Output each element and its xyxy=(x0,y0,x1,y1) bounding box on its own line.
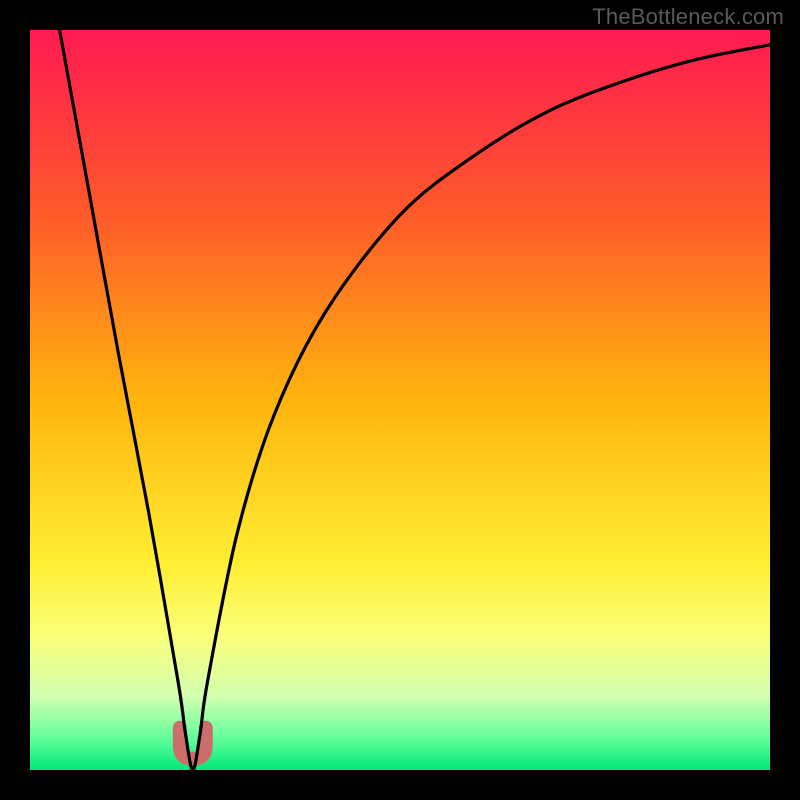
watermark-text: TheBottleneck.com xyxy=(592,4,784,30)
plot-area xyxy=(30,30,770,770)
chart-svg xyxy=(30,30,770,770)
chart-frame: TheBottleneck.com xyxy=(0,0,800,800)
gradient-fill xyxy=(30,30,770,770)
